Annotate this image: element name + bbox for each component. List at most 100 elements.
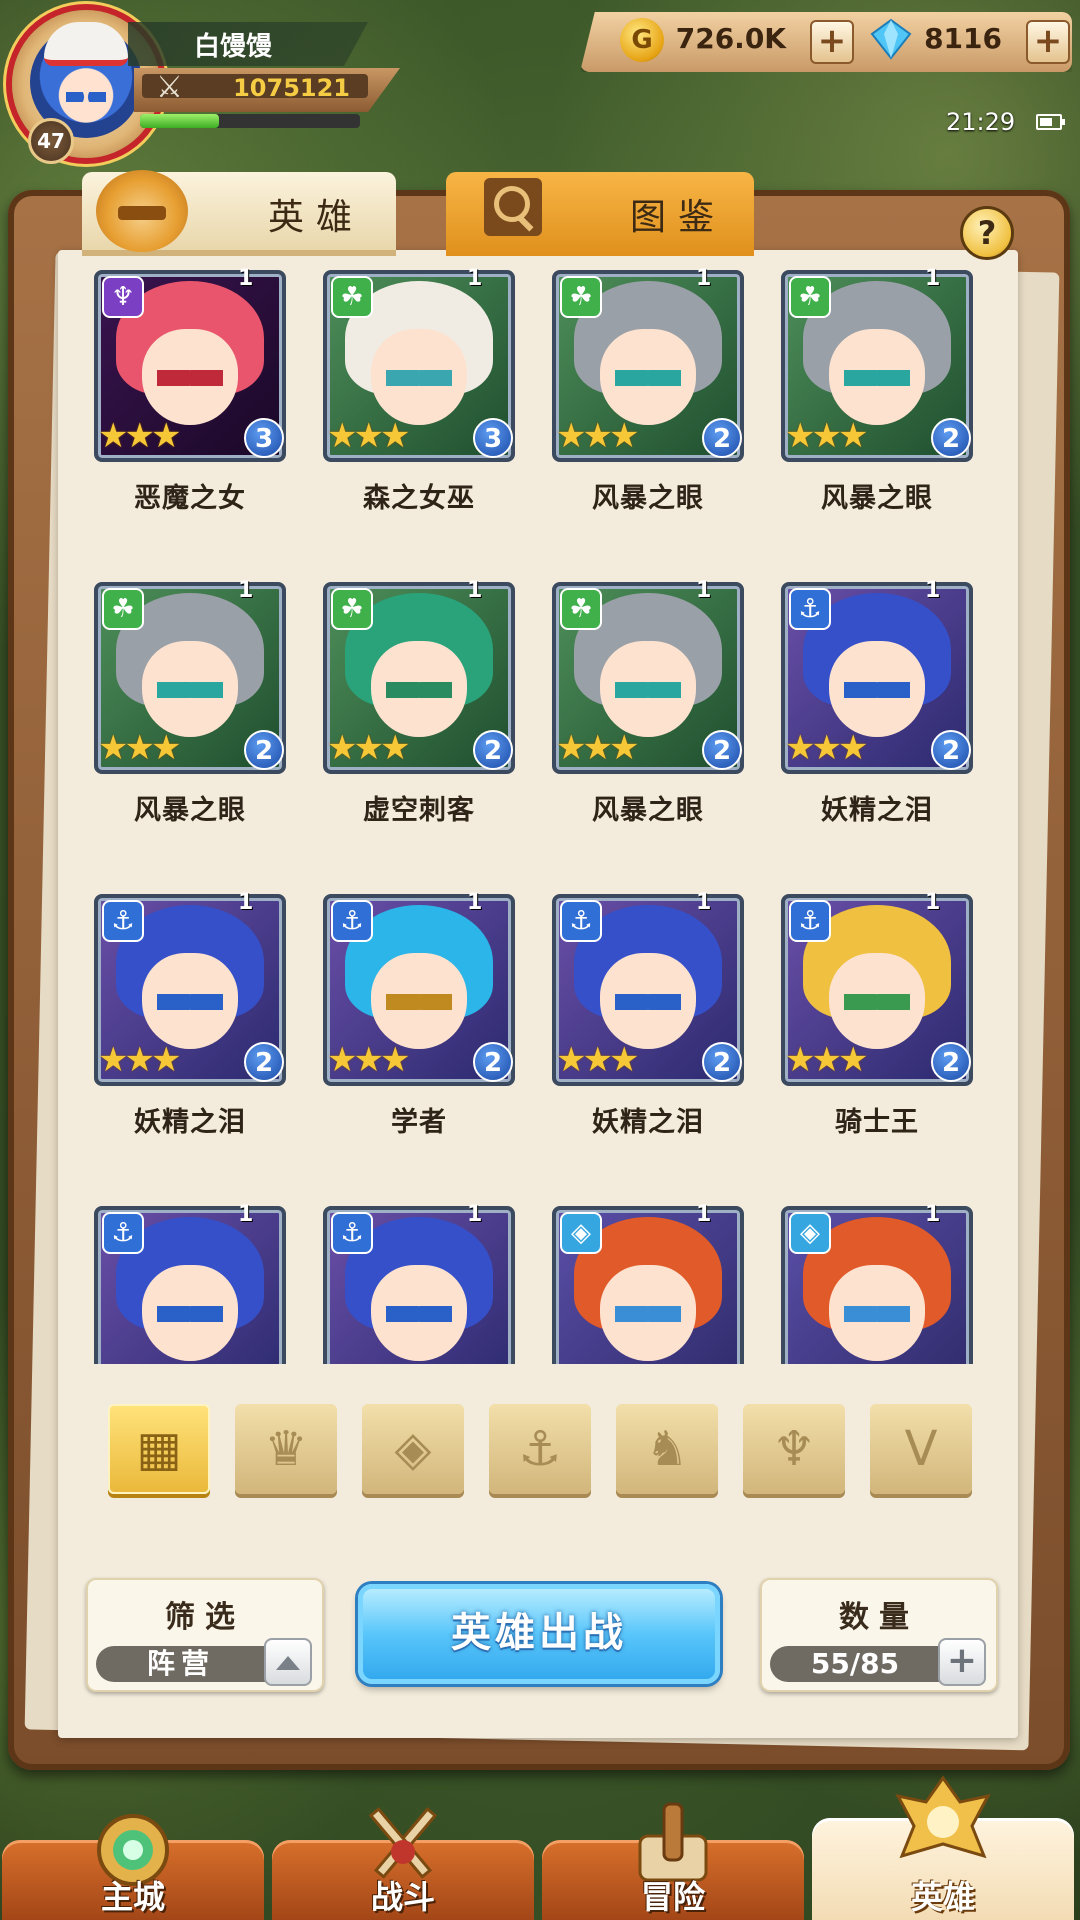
hero-eyes [843,1305,911,1323]
star-rating: ★★★ [556,416,639,456]
nav-tab-label: 冒险 [640,1878,705,1916]
faction-filter-rune[interactable]: ◈ [362,1404,464,1494]
faction-filter-wing[interactable]: V [870,1404,972,1494]
add-gold-button[interactable]: + [810,20,854,64]
crossed-swords-icon: ⚔ [156,70,183,105]
help-button[interactable]: ? [960,206,1014,260]
hero-card[interactable]: ☘ 1 ★★★ 2 风暴之眼 [749,262,973,562]
add-gems-button[interactable]: + [1026,20,1070,64]
hero-portrait: ⚓ [323,1206,515,1364]
hero-level: 1 [467,578,483,603]
magnifier-icon [484,178,542,236]
hero-card[interactable]: ⚓ 1 [291,1198,515,1364]
nav-tab-3[interactable]: 英雄 [812,1775,1074,1920]
nav-tab-1[interactable]: 战斗 [272,1806,534,1920]
hero-name: 风暴之眼 [592,483,704,514]
resource-bar: G 726.0K + 8116 + [580,12,1072,72]
star-rating: ★★★ [327,728,410,768]
faction-filter-all[interactable]: ▦ [108,1404,210,1494]
capacity-title: 数量 [839,1600,919,1635]
hero-card[interactable]: ⚓ 1 ★★★ 2 妖精之泪 [520,886,744,1186]
hero-level: 1 [696,890,712,915]
beast-faction-icon: ☘ [102,588,144,630]
hero-name: 恶魔之女 [134,483,246,514]
hero-card[interactable]: ☘ 1 ★★★ 2 风暴之眼 [520,262,744,562]
anchor-faction-icon: ⚓ [331,900,373,942]
beast-faction-icon: ☘ [560,276,602,318]
nav-tab-2[interactable]: 冒险 [542,1802,804,1920]
hero-level: 1 [696,578,712,603]
hero-card[interactable]: ⚓ 1 ★★★ 2 学者 [291,886,515,1186]
hero-card[interactable]: ⚓ 1 ★★★ 2 骑士王 [749,886,973,1186]
hero-card[interactable]: ⚓ 1 ★★★ 2 妖精之泪 [749,574,973,874]
faction-filter-demon[interactable]: ♆ [743,1404,845,1494]
beast-faction-icon: ☘ [331,276,373,318]
hero-level: 1 [238,890,254,915]
hero-eyes [614,1305,682,1323]
tab-heroes[interactable]: 英雄 [82,170,396,256]
faction-filter-anchor[interactable]: ⚓ [489,1404,591,1494]
star-rating: ★★★ [556,728,639,768]
hero-grid[interactable]: ♆ 1 ★★★ 3 恶魔之女 ☘ 1 ★★★ 3 森之女巫 ☘ 1 ★★★ 2 风暴之眼 ☘ 1 ★★★ 2 风暴之眼… [62,262,1012,1364]
anchor-faction-icon: ⚓ [331,1212,373,1254]
hero-eyes [843,993,911,1011]
tab-codex-label: 图鉴 [630,197,727,238]
hero-card[interactable]: ☘ 1 ★★★ 2 风暴之眼 [62,574,286,874]
hero-portrait: ◈ [552,1206,744,1364]
helmet-icon [96,170,188,252]
battery-icon [1036,114,1065,130]
hero-level: 1 [925,578,941,603]
experience-fill [140,114,220,128]
demon-horns-icon: ♆ [772,1421,816,1477]
hero-name: 森之女巫 [363,483,475,514]
hero-card[interactable]: ⚓ 1 [62,1198,286,1364]
hero-rank-badge: 2 [473,1042,513,1082]
hero-card[interactable]: ☘ 1 ★★★ 2 风暴之眼 [520,574,744,874]
hero-card[interactable]: ⚓ 1 ★★★ 2 妖精之泪 [62,886,286,1186]
star-rating: ★★★ [785,1040,868,1080]
hero-name: 风暴之眼 [821,483,933,514]
star-rating: ★★★ [785,728,868,768]
filter-dropdown-button[interactable] [264,1638,312,1686]
hero-name: 妖精之泪 [592,1107,704,1138]
hero-eyes [385,369,453,387]
hero-portrait: ◈ [781,1206,973,1364]
hero-card[interactable]: ♆ 1 ★★★ 3 恶魔之女 [62,262,286,562]
hero-name: 骑士王 [835,1107,919,1138]
tab-heroes-label: 英雄 [268,197,365,238]
hero-name: 虚空刺客 [363,795,475,826]
hero-rank-badge: 2 [931,730,971,770]
hero-card[interactable]: ◈ 1 [520,1198,744,1364]
hero-rank-badge: 2 [702,730,742,770]
hero-level: 1 [238,578,254,603]
star-rating: ★★★ [98,728,181,768]
expand-capacity-button[interactable]: + [938,1638,986,1686]
faction-filter-beast[interactable]: ♞ [616,1404,718,1494]
faction-filter-nature[interactable]: ♛ [235,1404,337,1494]
hero-level: 1 [925,1202,941,1227]
hero-crest-icon [888,1774,998,1874]
hero-name: 妖精之泪 [821,795,933,826]
hero-eyes [614,369,682,387]
gem-amount: 8116 [924,22,1002,55]
beast-head-icon: ♞ [645,1421,689,1477]
hero-card[interactable]: ☘ 1 ★★★ 3 森之女巫 [291,262,515,562]
star-rating: ★★★ [98,416,181,456]
chevron-up-icon [276,1656,300,1670]
hero-level: 1 [238,266,254,291]
anchor-faction-icon: ⚓ [789,588,831,630]
hero-card[interactable]: ◈ 1 [749,1198,973,1364]
hero-name: 风暴之眼 [592,795,704,826]
nav-tab-0[interactable]: 主城 [2,1814,264,1920]
hero-rank-badge: 3 [244,418,284,458]
hero-rank-badge: 2 [702,1042,742,1082]
deploy-heroes-button[interactable]: 英雄出战 [358,1584,720,1684]
hero-name: 学者 [391,1107,447,1138]
hero-name: 风暴之眼 [134,795,246,826]
hero-level: 1 [696,1202,712,1227]
diamond-icon [870,18,912,60]
hero-card[interactable]: ☘ 1 ★★★ 2 虚空刺客 [291,574,515,874]
hero-level: 1 [696,266,712,291]
tab-codex[interactable]: 图鉴 [446,172,754,256]
gold-coin-icon: G [620,18,664,62]
